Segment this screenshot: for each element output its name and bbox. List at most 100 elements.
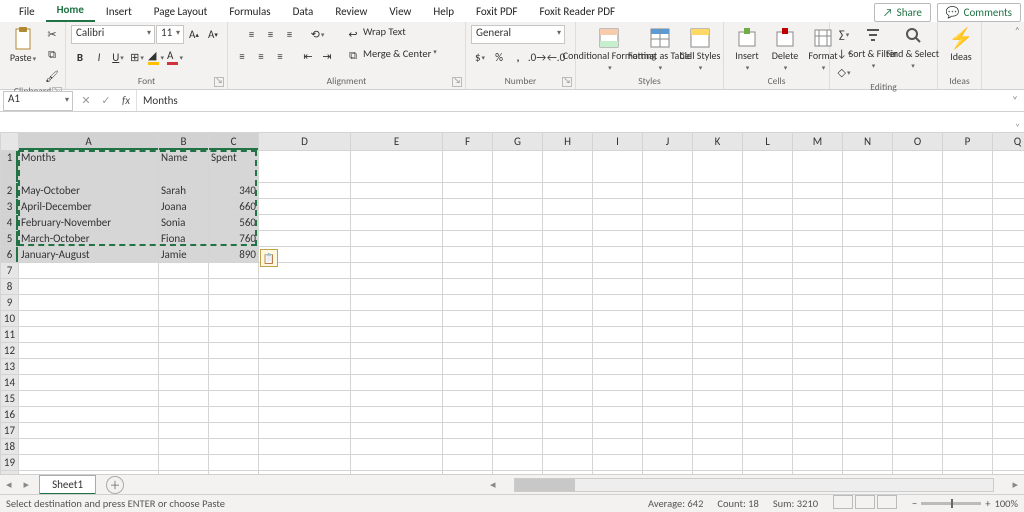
cell-B11[interactable] xyxy=(159,327,209,343)
cell-E18[interactable] xyxy=(351,439,443,455)
zoom-slider[interactable] xyxy=(921,502,981,505)
tab-review[interactable]: Review xyxy=(324,2,378,22)
cell-N2[interactable] xyxy=(843,183,893,199)
row-header-13[interactable]: 13 xyxy=(1,359,19,375)
cell-H14[interactable] xyxy=(543,375,593,391)
cell-E11[interactable] xyxy=(351,327,443,343)
cell-A7[interactable] xyxy=(19,263,159,279)
alignment-dialog-launcher[interactable]: ↘ xyxy=(452,77,462,87)
zoom-level[interactable]: 100% xyxy=(995,497,1018,510)
cell-C8[interactable] xyxy=(209,279,259,295)
tab-page-layout[interactable]: Page Layout xyxy=(143,2,219,22)
cell-B13[interactable] xyxy=(159,359,209,375)
cell-H19[interactable] xyxy=(543,455,593,471)
cell-O18[interactable] xyxy=(893,439,943,455)
cell-Q7[interactable] xyxy=(993,263,1024,279)
cell-J7[interactable] xyxy=(643,263,693,279)
cell-K13[interactable] xyxy=(693,359,743,375)
col-header-I[interactable]: I xyxy=(593,133,643,151)
cell-E10[interactable] xyxy=(351,311,443,327)
cell-P17[interactable] xyxy=(943,423,993,439)
tab-help[interactable]: Help xyxy=(422,2,465,22)
cell-F17[interactable] xyxy=(443,423,493,439)
cell-P2[interactable] xyxy=(943,183,993,199)
cell-C5[interactable]: 760 xyxy=(209,231,259,247)
cell-J15[interactable] xyxy=(643,391,693,407)
cell-B10[interactable] xyxy=(159,311,209,327)
cell-H7[interactable] xyxy=(543,263,593,279)
cell-N16[interactable] xyxy=(843,407,893,423)
cell-M10[interactable] xyxy=(793,311,843,327)
row-header-9[interactable]: 9 xyxy=(1,295,19,311)
cell-A13[interactable] xyxy=(19,359,159,375)
cell-F9[interactable] xyxy=(443,295,493,311)
zoom-out-button[interactable]: − xyxy=(912,497,917,510)
hscroll-right[interactable]: ▸ xyxy=(1006,478,1024,491)
cell-K15[interactable] xyxy=(693,391,743,407)
cell-K3[interactable] xyxy=(693,199,743,215)
orientation-button[interactable]: ⟲▾ xyxy=(309,25,327,43)
cell-P19[interactable] xyxy=(943,455,993,471)
align-right-button[interactable]: ≡ xyxy=(271,47,289,65)
cell-M14[interactable] xyxy=(793,375,843,391)
cell-I6[interactable] xyxy=(593,247,643,263)
cell-O3[interactable] xyxy=(893,199,943,215)
cell-G5[interactable] xyxy=(493,231,543,247)
cell-I1[interactable] xyxy=(593,151,643,183)
cell-P5[interactable] xyxy=(943,231,993,247)
cell-A10[interactable] xyxy=(19,311,159,327)
row-header-1[interactable]: 1 xyxy=(1,151,19,183)
cell-G18[interactable] xyxy=(493,439,543,455)
cell-M9[interactable] xyxy=(793,295,843,311)
col-header-J[interactable]: J xyxy=(643,133,693,151)
cell-P13[interactable] xyxy=(943,359,993,375)
cell-E3[interactable] xyxy=(351,199,443,215)
cell-I16[interactable] xyxy=(593,407,643,423)
cell-O6[interactable] xyxy=(893,247,943,263)
tab-foxit-reader-pdf[interactable]: Foxit Reader PDF xyxy=(528,2,626,22)
row-header-15[interactable]: 15 xyxy=(1,391,19,407)
row-header-7[interactable]: 7 xyxy=(1,263,19,279)
cell-A15[interactable] xyxy=(19,391,159,407)
cell-E16[interactable] xyxy=(351,407,443,423)
cell-H12[interactable] xyxy=(543,343,593,359)
zoom-in-button[interactable]: + xyxy=(985,497,990,510)
cell-I8[interactable] xyxy=(593,279,643,295)
cell-B9[interactable] xyxy=(159,295,209,311)
format-painter-button[interactable]: 🖌 xyxy=(43,67,61,85)
cell-O5[interactable] xyxy=(893,231,943,247)
cell-B5[interactable]: Fiona xyxy=(159,231,209,247)
cell-G14[interactable] xyxy=(493,375,543,391)
cell-N7[interactable] xyxy=(843,263,893,279)
cell-L10[interactable] xyxy=(743,311,793,327)
cell-M16[interactable] xyxy=(793,407,843,423)
cell-N11[interactable] xyxy=(843,327,893,343)
cell-L17[interactable] xyxy=(743,423,793,439)
collapse-ribbon-button[interactable]: ˄ xyxy=(1015,24,1020,37)
cell-O13[interactable] xyxy=(893,359,943,375)
cell-K18[interactable] xyxy=(693,439,743,455)
cell-J13[interactable] xyxy=(643,359,693,375)
cell-N3[interactable] xyxy=(843,199,893,215)
cell-A14[interactable] xyxy=(19,375,159,391)
sheet-tab-1[interactable]: Sheet1 xyxy=(39,475,96,495)
cell-I15[interactable] xyxy=(593,391,643,407)
cell-O7[interactable] xyxy=(893,263,943,279)
row-header-12[interactable]: 12 xyxy=(1,343,19,359)
col-header-G[interactable]: G xyxy=(493,133,543,151)
cell-E17[interactable] xyxy=(351,423,443,439)
tab-file[interactable]: File xyxy=(8,2,46,22)
row-header-4[interactable]: 4 xyxy=(1,215,19,231)
cell-D4[interactable] xyxy=(259,215,351,231)
cell-O10[interactable] xyxy=(893,311,943,327)
cell-F13[interactable] xyxy=(443,359,493,375)
col-header-F[interactable]: F xyxy=(443,133,493,151)
cell-L11[interactable] xyxy=(743,327,793,343)
cell-L5[interactable] xyxy=(743,231,793,247)
cell-A1[interactable]: Months xyxy=(19,151,159,183)
insert-cells-button[interactable]: Insert▾ xyxy=(729,25,765,73)
tab-view[interactable]: View xyxy=(378,2,422,22)
col-header-H[interactable]: H xyxy=(543,133,593,151)
cell-G12[interactable] xyxy=(493,343,543,359)
cell-A8[interactable] xyxy=(19,279,159,295)
